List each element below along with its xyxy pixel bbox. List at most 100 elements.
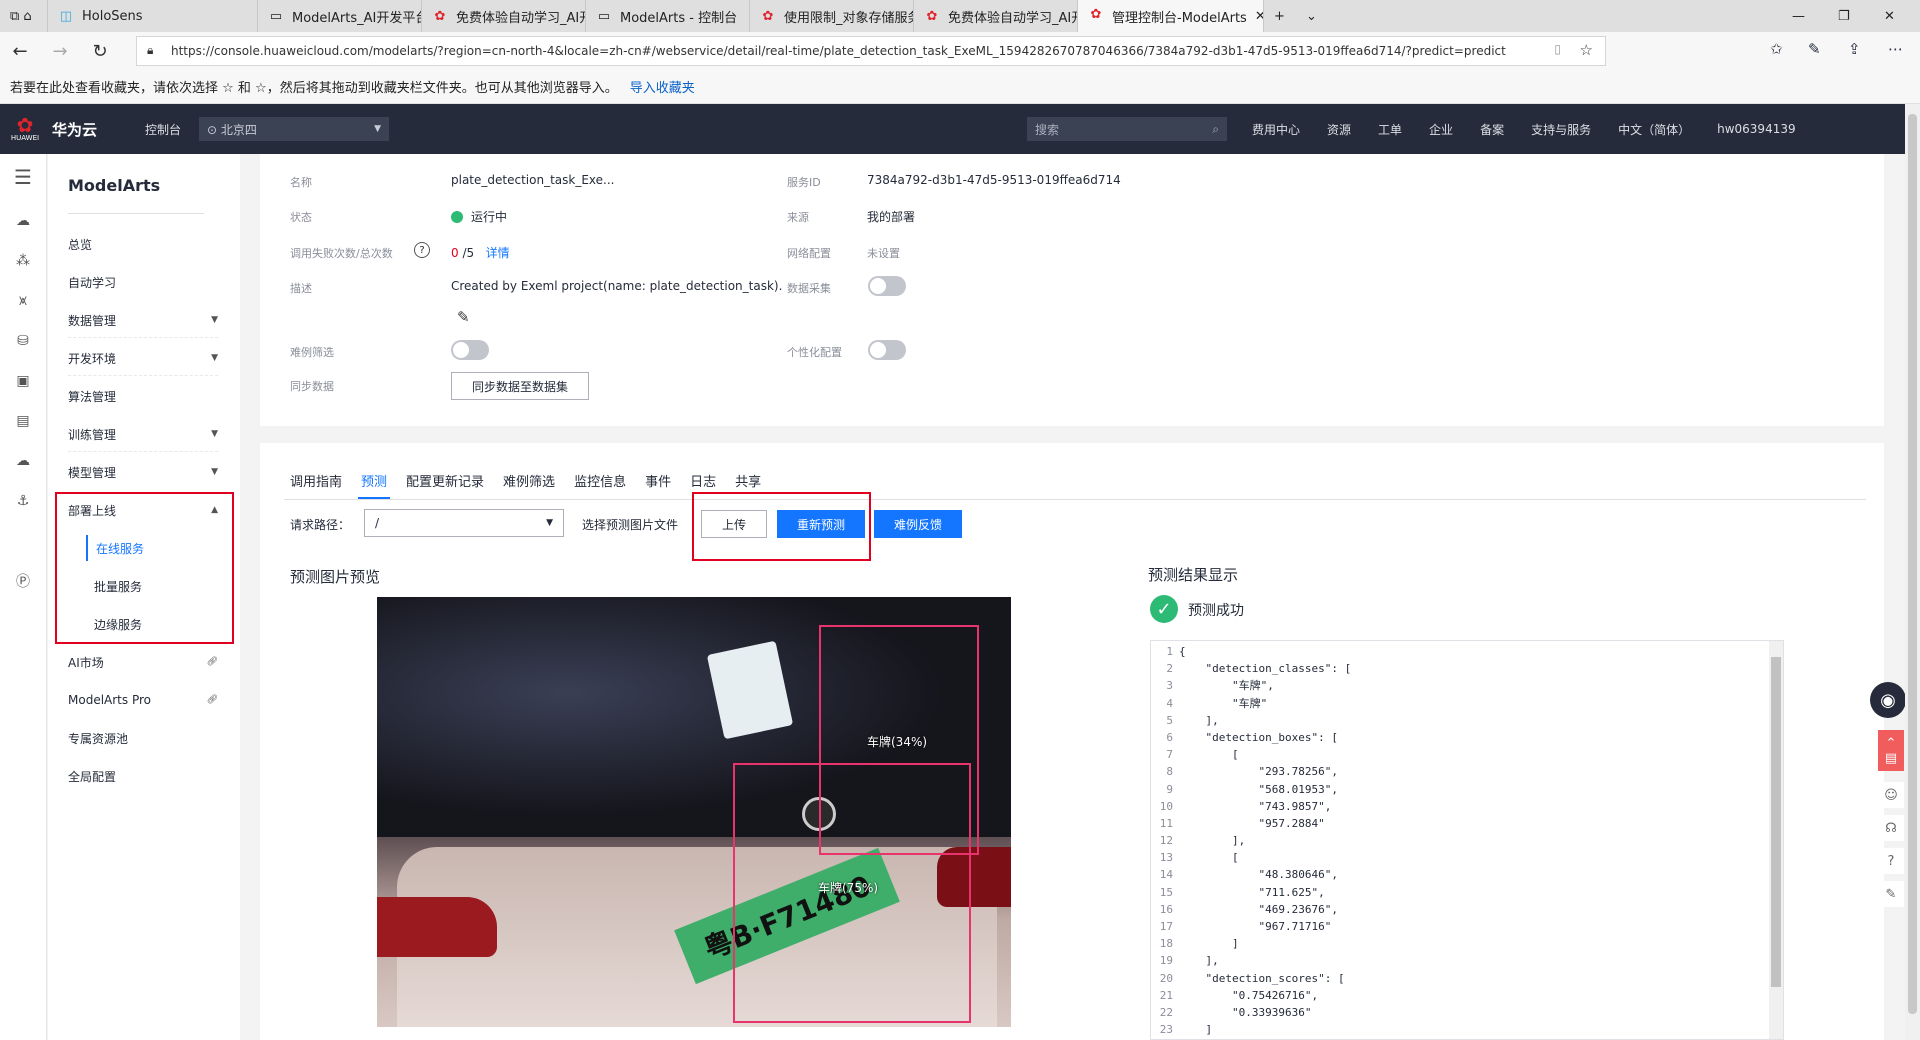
region-select[interactable]: ⊙ 北京四 ▼ <box>199 117 390 141</box>
tab-monitor[interactable]: 监控信息 <box>574 471 626 497</box>
tab-events[interactable]: 事件 <box>645 471 671 497</box>
tab-actions-icon[interactable]: ⧉ ⌂ <box>0 0 48 32</box>
refresh-icon[interactable]: ↻ <box>80 32 120 70</box>
nav-tickets[interactable]: 工单 <box>1378 121 1402 138</box>
sidebar-item-data-management[interactable]: 数据管理 ▼ <box>68 307 218 333</box>
reading-view-icon[interactable]: ▯ <box>1554 42 1561 56</box>
new-tab-icon[interactable]: + <box>1264 0 1296 32</box>
nav-billing[interactable]: 费用中心 <box>1252 121 1300 138</box>
sidebar-item-global-config[interactable]: 全局配置 <box>68 763 218 789</box>
line-number: 5 <box>1166 713 1173 727</box>
robot-assistant-icon[interactable]: ◉ <box>1870 682 1906 718</box>
back-icon[interactable]: ← <box>0 32 40 70</box>
sidebar-item-dev-env[interactable]: 开发环境 ▼ <box>68 345 218 371</box>
share-icon[interactable]: ⇪ <box>1848 40 1861 58</box>
search-input[interactable]: 搜索 ⌕ <box>1027 117 1227 141</box>
huawei-logo[interactable]: ✿ HUAWEI <box>0 104 50 154</box>
import-favorites-link[interactable]: 导入收藏夹 <box>630 77 695 96</box>
browser-tab[interactable]: ▭ModelArts_AI开发平台_机器 <box>258 0 422 32</box>
tab-config-history[interactable]: 配置更新记录 <box>406 471 484 497</box>
chevron-down-icon: ▼ <box>211 353 218 363</box>
restore-icon[interactable]: ❐ <box>1828 0 1874 32</box>
nav-language[interactable]: 中文（简体） <box>1618 121 1690 138</box>
close-window-icon[interactable]: ✕ <box>1874 0 1920 32</box>
detail-link[interactable]: 详情 <box>486 246 510 260</box>
close-tab-icon[interactable]: ✕ <box>1255 9 1263 24</box>
forward-icon[interactable]: → <box>40 32 80 70</box>
browser-tab[interactable]: ✿使用限制_对象存储服务 OB <box>750 0 914 32</box>
sidebar-title: ModelArts <box>68 176 161 195</box>
database-icon[interactable]: ⛁ <box>12 330 34 352</box>
help-icon[interactable]: ? <box>414 242 430 258</box>
tab-call-guide[interactable]: 调用指南 <box>290 471 342 497</box>
edit-icon[interactable]: ✎ <box>457 308 470 326</box>
browser-tab[interactable]: ◫ HoloSens <box>48 0 258 32</box>
page-icon: ▭ <box>597 8 611 24</box>
hard-example-feedback-button[interactable]: 难例反馈 <box>874 510 962 538</box>
headset-icon[interactable]: ☊ <box>1878 815 1904 841</box>
cloud-service-icon[interactable]: ☁ <box>12 450 34 472</box>
favorites-hint: 若要在此处查看收藏夹，请依次选择 ☆ 和 ☆，然后将其拖动到收藏夹栏文件夹。也可… <box>10 81 618 96</box>
sidebar-item-models[interactable]: 模型管理 ▼ <box>68 459 218 485</box>
cloud-icon[interactable]: ☁ <box>12 210 34 232</box>
tab-list-chevron-icon[interactable]: ⌄ <box>1296 0 1328 32</box>
console-link[interactable]: 控制台 <box>145 121 181 138</box>
code-text: ], <box>1179 834 1246 848</box>
sidebar-item-training[interactable]: 训练管理 ▼ <box>68 421 218 447</box>
cluster-icon[interactable]: ⁂ <box>12 250 34 272</box>
chart-icon[interactable]: ⩙ <box>12 290 34 312</box>
url-input[interactable]: 🔒︎ https://console.huaweicloud.com/modela… <box>136 36 1606 66</box>
name-label: 名称 <box>290 176 312 189</box>
favorites-icon[interactable]: ✩ <box>1770 40 1783 58</box>
code-line: 4 "车牌" <box>1151 695 1783 712</box>
code-line: 23 ] <box>1151 1021 1783 1038</box>
personal-config-toggle[interactable] <box>868 340 906 360</box>
line-number: 2 <box>1166 662 1173 676</box>
menu-icon[interactable]: ☰ <box>12 165 34 189</box>
code-line: 9 "568.01953", <box>1151 781 1783 798</box>
browser-tab-active[interactable]: ✿管理控制台-ModelArts✕ <box>1078 0 1264 32</box>
pen-icon[interactable]: ✎ <box>1808 40 1821 58</box>
sync-to-dataset-button[interactable]: 同步数据至数据集 <box>451 372 589 400</box>
data-collect-toggle[interactable] <box>868 276 906 296</box>
sidebar-item-auto-learning[interactable]: 自动学习 <box>68 269 218 295</box>
browser-tab[interactable]: ✿免费体验自动学习_AI开发平 <box>914 0 1078 32</box>
page-scrollbar[interactable] <box>1905 104 1920 1040</box>
request-path-select[interactable]: / ▼ <box>364 509 564 537</box>
sidebar-item-algorithm[interactable]: 算法管理 <box>68 383 218 409</box>
ip-icon[interactable]: Ⓟ <box>12 570 34 592</box>
select-file-label: 选择预测图片文件 <box>582 518 679 532</box>
prediction-json-viewer[interactable]: 1{2 "detection_classes": [3 "车牌", 4 "车牌" 5… <box>1150 640 1784 1040</box>
nav-enterprise[interactable]: 企业 <box>1429 121 1453 138</box>
sidebar-item-ai-market[interactable]: AI市场 🔗︎ <box>68 649 218 675</box>
nav-resources[interactable]: 资源 <box>1327 121 1351 138</box>
nav-account[interactable]: hw06394139 <box>1717 122 1796 136</box>
chat-icon[interactable]: ▤ <box>1878 745 1904 771</box>
address-bar-row: ← → ↻ 🔒︎ https://console.huaweicloud.com/… <box>0 32 1920 70</box>
tab-predict[interactable]: 预测 <box>358 471 391 499</box>
sidebar-item-dedicated-pool[interactable]: 专属资源池 <box>68 725 218 751</box>
brand-name[interactable]: 华为云 <box>52 119 97 140</box>
document-icon[interactable]: ▤ <box>12 410 34 432</box>
tab-hard-filter[interactable]: 难例筛选 <box>503 471 555 497</box>
code-line: 19 ], <box>1151 952 1783 969</box>
line-number: 21 <box>1159 988 1173 1002</box>
storage-icon[interactable]: ▣ <box>12 370 34 392</box>
smile-icon[interactable]: ☺ <box>1878 782 1904 808</box>
favorite-star-icon[interactable]: ☆ <box>1580 41 1593 59</box>
more-icon[interactable]: ⋯ <box>1888 40 1903 58</box>
nav-filing[interactable]: 备案 <box>1480 121 1504 138</box>
browser-tab[interactable]: ✿免费体验自动学习_AI开发平 <box>422 0 586 32</box>
code-scrollbar[interactable] <box>1769 641 1783 1039</box>
browser-tab[interactable]: ▭ ModelArts - 控制台 <box>586 0 750 32</box>
minimize-icon[interactable]: — <box>1782 0 1828 32</box>
line-number: 22 <box>1159 1005 1173 1019</box>
deploy-icon[interactable]: ⚓ <box>12 490 34 512</box>
nav-support[interactable]: 支持与服务 <box>1531 121 1591 138</box>
sidebar-item-overview[interactable]: 总览 <box>68 231 218 257</box>
line-number: 4 <box>1166 696 1173 710</box>
sidebar-item-modelarts-pro[interactable]: ModelArts Pro 🔗︎ <box>68 687 218 713</box>
hard-filter-toggle[interactable] <box>451 340 489 360</box>
edit-note-icon[interactable]: ✎ <box>1878 881 1904 907</box>
question-icon[interactable]: ? <box>1878 848 1904 874</box>
